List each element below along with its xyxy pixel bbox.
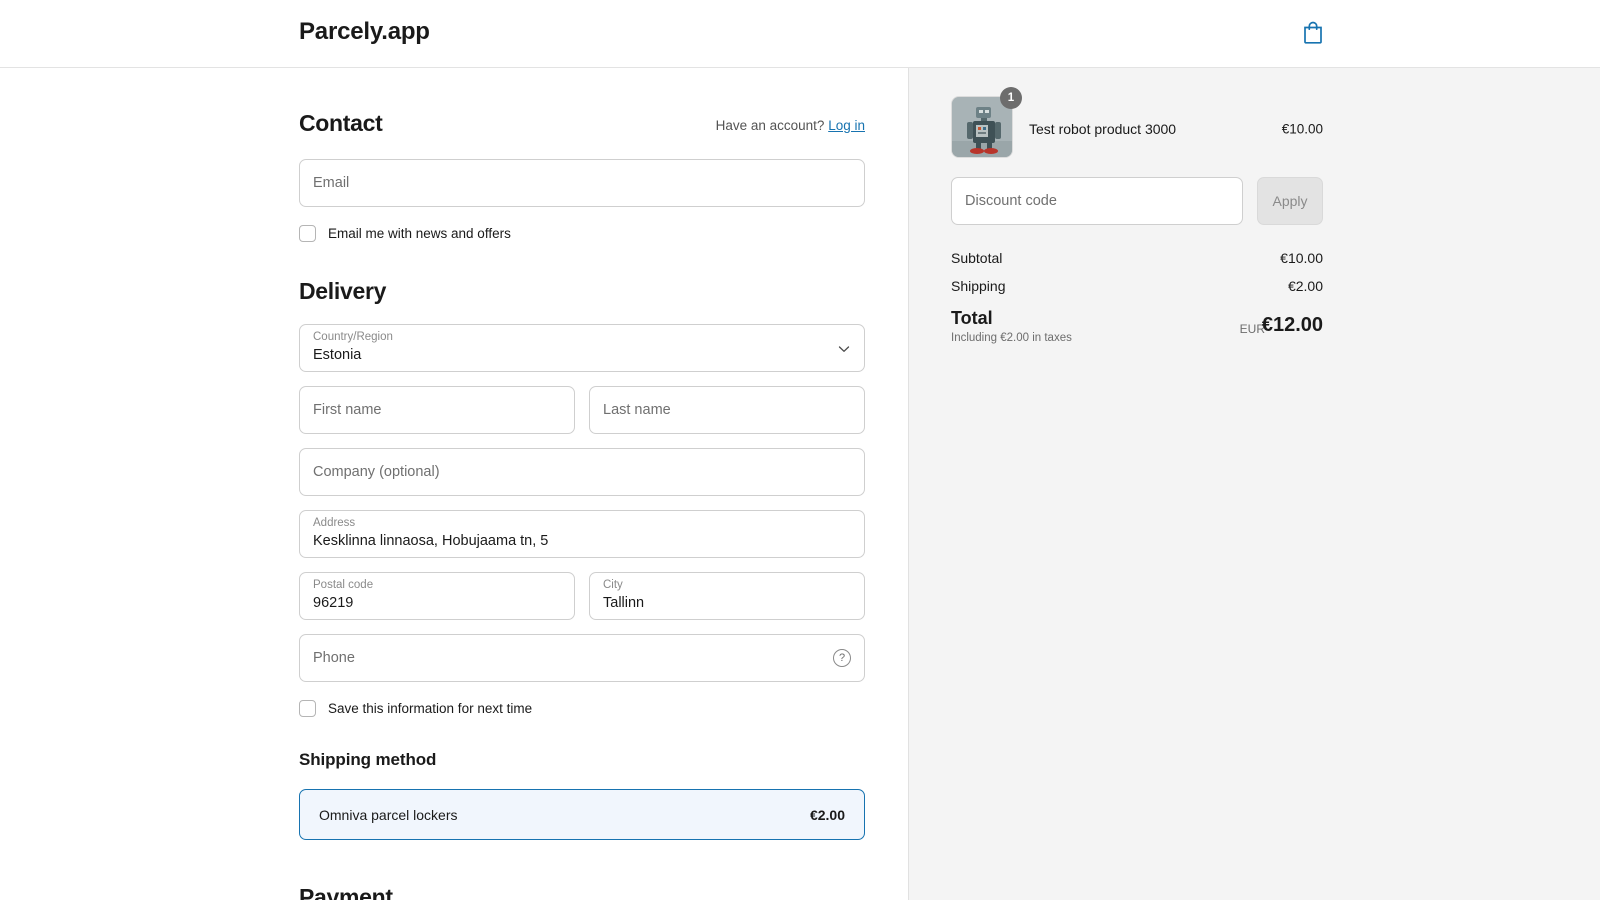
discount-code-placeholder: Discount code xyxy=(965,193,1057,209)
product-thumbnail-wrap: 1 xyxy=(951,96,1013,158)
product-name: Test robot product 3000 xyxy=(1029,121,1176,137)
cart-button[interactable] xyxy=(1297,18,1329,50)
phone-field[interactable]: Phone ? xyxy=(299,634,865,682)
save-info-checkbox-row[interactable]: Save this information for next time xyxy=(299,700,865,717)
city-value: Tallinn xyxy=(603,595,644,611)
shipping-label: Shipping xyxy=(951,278,1006,294)
total-label: Total xyxy=(951,308,993,329)
phone-placeholder: Phone xyxy=(313,650,355,666)
checkout-page: Parcely.app Contact Have an account? Log… xyxy=(0,0,1600,900)
postal-code-field[interactable]: Postal code 96219 xyxy=(299,572,575,620)
city-field[interactable]: City Tallinn xyxy=(589,572,865,620)
city-label: City xyxy=(603,579,623,591)
last-name-placeholder: Last name xyxy=(603,402,671,418)
save-info-checkbox[interactable] xyxy=(299,700,316,717)
company-field[interactable]: Company (optional) xyxy=(299,448,865,496)
account-prompt: Have an account? Log in xyxy=(716,118,865,133)
brand-logo[interactable]: Parcely.app xyxy=(299,18,430,46)
newsletter-checkbox-row[interactable]: Email me with news and offers xyxy=(299,225,865,242)
subtotal-row: Subtotal €10.00 xyxy=(951,250,1323,278)
postal-code-value: 96219 xyxy=(313,595,353,611)
shipping-option-price: €2.00 xyxy=(810,807,845,823)
first-name-placeholder: First name xyxy=(313,402,382,418)
total-value: €12.00 xyxy=(1262,314,1323,337)
discount-code-input[interactable]: Discount code xyxy=(951,177,1243,225)
address-value: Kesklinna linnaosa, Hobujaama tn, 5 xyxy=(313,533,548,549)
shipping-option-omniva[interactable]: Omniva parcel lockers €2.00 xyxy=(299,789,865,840)
shipping-method-title: Shipping method xyxy=(299,750,865,770)
newsletter-label: Email me with news and offers xyxy=(328,226,511,241)
discount-row: Discount code Apply xyxy=(951,177,1323,225)
chevron-down-icon xyxy=(838,342,850,354)
contact-section-header: Contact Have an account? Log in xyxy=(299,110,865,140)
shopping-bag-icon xyxy=(1302,20,1324,49)
save-info-label: Save this information for next time xyxy=(328,701,532,716)
shipping-row: Shipping €2.00 xyxy=(951,278,1323,306)
first-name-field[interactable]: First name xyxy=(299,386,575,434)
address-label: Address xyxy=(313,517,355,529)
quantity-badge: 1 xyxy=(1000,87,1022,109)
shipping-option-name: Omniva parcel lockers xyxy=(319,807,458,823)
login-link[interactable]: Log in xyxy=(828,118,865,133)
account-prompt-text: Have an account? xyxy=(716,118,825,133)
total-tax-note: Including €2.00 in taxes xyxy=(951,332,1072,344)
email-field[interactable]: Email xyxy=(299,159,865,207)
order-line-item: 1 Test robot product 3000 €10.00 xyxy=(951,96,1323,162)
product-price: €10.00 xyxy=(1282,122,1323,137)
contact-title: Contact xyxy=(299,110,383,137)
order-summary-sidebar: 1 Test robot product 3000 €10.00 Discoun… xyxy=(908,68,1600,900)
totals-block: Subtotal €10.00 Shipping €2.00 Total Inc… xyxy=(951,250,1323,354)
postal-code-label: Postal code xyxy=(313,579,373,591)
address-field[interactable]: Address Kesklinna linnaosa, Hobujaama tn… xyxy=(299,510,865,558)
question-mark-circle-icon[interactable]: ? xyxy=(833,649,851,667)
country-select[interactable]: Country/Region Estonia xyxy=(299,324,865,372)
shipping-value: €2.00 xyxy=(1288,278,1323,294)
total-row: Total Including €2.00 in taxes EUR €12.0… xyxy=(951,308,1323,354)
apply-discount-button[interactable]: Apply xyxy=(1257,177,1323,225)
checkout-form-column: Contact Have an account? Log in Email Em… xyxy=(0,68,908,900)
newsletter-checkbox[interactable] xyxy=(299,225,316,242)
last-name-field[interactable]: Last name xyxy=(589,386,865,434)
country-label: Country/Region xyxy=(313,331,393,343)
subtotal-label: Subtotal xyxy=(951,250,1002,266)
subtotal-value: €10.00 xyxy=(1280,250,1323,266)
site-header: Parcely.app xyxy=(0,0,1600,68)
delivery-title: Delivery xyxy=(299,278,865,305)
country-value: Estonia xyxy=(313,347,361,363)
payment-title: Payment xyxy=(299,884,865,900)
email-placeholder: Email xyxy=(313,175,349,191)
company-placeholder: Company (optional) xyxy=(313,464,440,480)
